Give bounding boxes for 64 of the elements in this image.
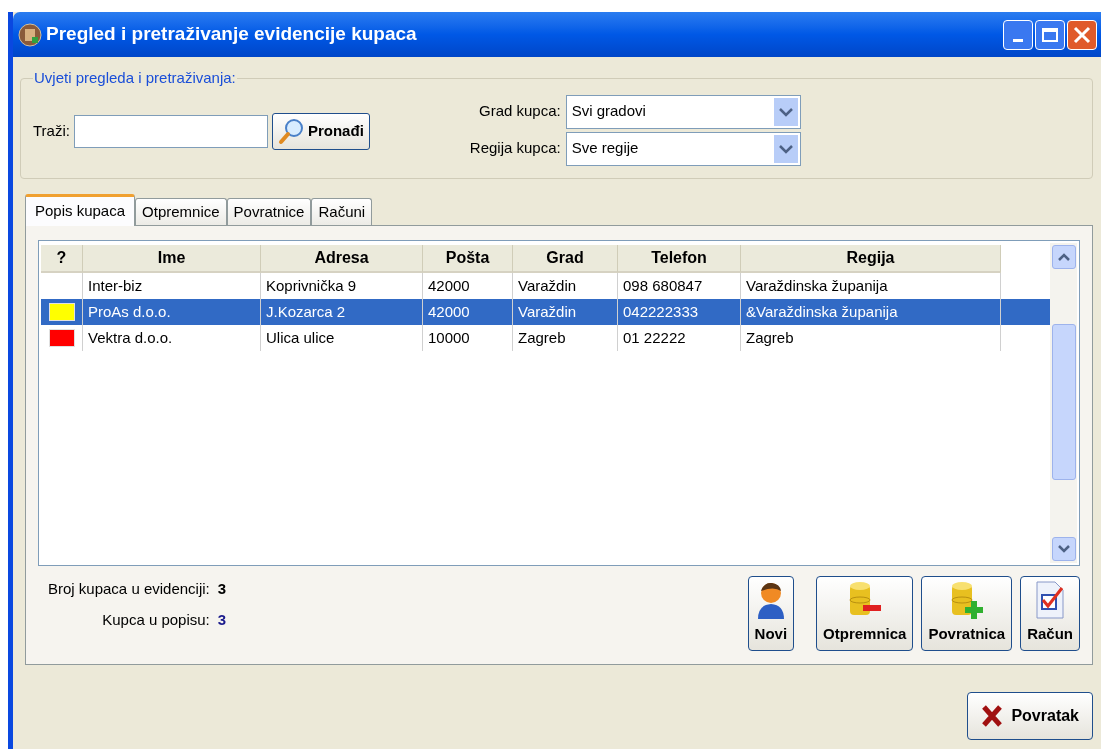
scrollbar[interactable] [1050,243,1077,563]
close-icon [1073,25,1091,44]
summary-value: 3 [217,579,227,599]
tab[interactable]: Popis kupaca [25,194,136,226]
table-cell-text: 098 680847 [623,275,703,296]
scroll-thumb[interactable] [1051,324,1076,480]
back-button[interactable]: Povratak [967,692,1093,740]
column-header[interactable]: Grad [513,245,618,273]
tab[interactable]: Otpremnice [135,198,227,225]
table-cell-text: 42000 [428,301,470,322]
table-cell-text: Varaždin [518,275,577,296]
table-cell-text: J.Kozarca 2 [266,301,346,322]
database-plus-icon [948,581,985,620]
table-cell-text: 10000 [428,327,470,348]
action-button[interactable]: Otpremnica [816,576,914,651]
table-cell-text: ProAs d.o.o. [88,301,171,322]
summary-value: 3 [217,609,227,630]
table-cell-text: Vektra d.o.o. [88,327,173,348]
column-header[interactable]: ? [41,245,83,273]
region-dropdown[interactable]: Sve regije [565,131,801,166]
minimize-button[interactable] [1003,19,1033,50]
column-header[interactable]: Telefon [618,245,741,273]
tab[interactable]: Računi [311,198,373,225]
dropdown-caret-icon [773,134,798,163]
summary-label: Broj kupaca u evidenciji: [48,579,210,599]
maximize-button[interactable] [1035,19,1065,50]
city-label: Grad kupca: [477,101,561,122]
column-header[interactable]: Adresa [261,245,423,273]
table-cell-text: Zagreb [518,327,566,348]
find-button[interactable]: Pronađi [271,112,370,150]
action-button[interactable]: Povratnica [921,576,1013,651]
column-header[interactable]: Pošta [423,245,513,273]
x-icon [981,704,1004,728]
table-cell-text: Varaždin [518,301,577,322]
group-legend: Uvjeti pregleda i pretraživanja: [33,67,237,90]
scroll-up-button[interactable] [1051,245,1076,269]
table-cell-text: Inter-biz [88,275,143,296]
person-icon [755,581,786,620]
city-dropdown[interactable]: Svi gradovi [565,94,801,129]
table-cell-text: Ulica ulice [266,327,335,348]
table-cell-text: Koprivnička 9 [266,275,357,296]
column-header[interactable]: Ime [83,245,261,273]
action-button[interactable]: Novi [747,576,795,651]
search-field[interactable] [73,114,268,148]
table-cell-text: &Varaždinska županija [746,301,898,322]
table-cell-text: Zagreb [746,327,794,348]
summary-label: Kupca u popisu: [101,609,210,630]
window-title: Pregled i pretraživanje evidencije kupaca [46,22,417,47]
search-label: Traži: [33,120,70,141]
table-cell-text: 01 22222 [623,327,686,348]
scroll-down-button[interactable] [1051,537,1076,561]
checklist-document-icon [1034,581,1067,620]
tab[interactable]: Povratnice [226,198,312,225]
dropdown-caret-icon [773,97,798,126]
table-row[interactable]: ProAs d.o.o. J.Kozarca 2 42000 Varaždin 042222333 &Varaždinska županija [41,299,1050,325]
app-icon [18,22,42,47]
column-header[interactable]: Regija [741,245,1001,273]
close-button[interactable] [1067,19,1097,50]
table-cell-text: 042222333 [623,301,699,322]
search-icon [277,117,306,145]
table-cell-text: Varaždinska županija [746,275,888,296]
region-label: Regija kupca: [469,138,561,159]
action-button[interactable]: Račun [1020,576,1080,651]
table-cell-text: 42000 [428,275,470,296]
